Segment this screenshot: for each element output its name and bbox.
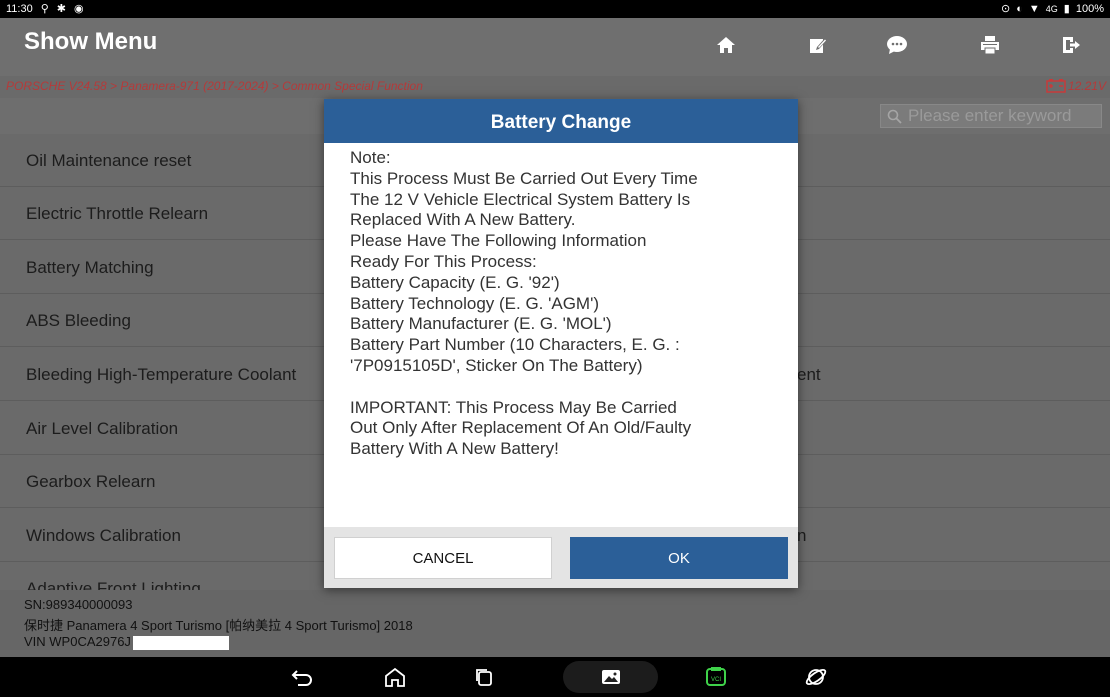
dialog-line: Ready For This Process: xyxy=(350,251,537,271)
home-icon xyxy=(717,37,735,53)
search-input[interactable]: Please enter keyword xyxy=(880,104,1102,128)
home-outline-icon xyxy=(385,667,405,687)
cancel-button[interactable]: CANCEL xyxy=(334,537,552,579)
breadcrumb-path: PORSCHE V24.58 > Panamera-971 (2017-2024… xyxy=(6,79,423,93)
app-header: Show Menu xyxy=(0,18,1110,76)
vehicle-model: 保时捷 Panamera 4 Sport Turismo [帕纳美拉 4 Spo… xyxy=(24,618,413,633)
dialog-line: The 12 V Vehicle Electrical System Batte… xyxy=(350,189,691,209)
serial-number: SN:989340000093 xyxy=(24,597,133,612)
battery-voltage-indicator: 12.21V xyxy=(1046,78,1106,93)
home-button[interactable] xyxy=(711,30,741,60)
printer-icon xyxy=(981,36,999,55)
signal-icon: ▼ xyxy=(1028,2,1040,15)
list-item-label: Bleeding High-Temperature Coolant xyxy=(26,365,297,384)
recents-icon xyxy=(476,669,492,686)
status-bar: 11:30 ⚲ ✱ ◉ ⊙ ◐ ▼ 4G ▮ 100% xyxy=(0,0,1110,18)
vin-redaction xyxy=(132,635,229,650)
breadcrumb: PORSCHE V24.58 > Panamera-971 (2017-2024… xyxy=(0,76,1110,98)
list-item-label: ABS Bleeding xyxy=(26,311,131,330)
network-type: 4G xyxy=(1045,3,1058,14)
chat-icon xyxy=(887,36,907,54)
ok-button[interactable]: OK xyxy=(570,537,788,579)
back-icon xyxy=(291,670,312,686)
car-battery-icon xyxy=(1046,79,1066,93)
home-nav-button[interactable] xyxy=(382,665,408,689)
list-item-label: Oil Maintenance reset xyxy=(26,151,192,170)
vin-number: VIN WP0CA2976J xyxy=(24,634,131,649)
screenshot-button[interactable] xyxy=(598,665,624,689)
list-item-label-right: ent xyxy=(797,365,821,384)
list-item-label: Gearbox Relearn xyxy=(26,472,156,491)
battery-icon: ▮ xyxy=(1063,3,1070,15)
dialog-line: Battery Manufacturer (E. G. 'MOL') xyxy=(350,314,612,334)
vpn-icon: ⚲ xyxy=(40,3,49,15)
browser-icon xyxy=(805,668,827,686)
alarm-icon: ◐ xyxy=(1016,2,1023,15)
dialog-title: Battery Change xyxy=(324,99,798,143)
bluetooth-icon: ✱ xyxy=(56,3,66,15)
chat-button[interactable] xyxy=(882,30,912,60)
dialog-line: Battery Capacity (E. G. '92') xyxy=(350,272,560,292)
system-navigation-bar: VCI xyxy=(0,657,1110,697)
dialog-line: Replaced With A New Battery. xyxy=(350,210,576,230)
svg-text:VCI: VCI xyxy=(711,677,721,683)
list-item-label: Adaptive Front Lighting xyxy=(26,579,201,590)
list-item-label: Air Level Calibration xyxy=(26,419,179,438)
edit-icon xyxy=(810,38,827,53)
dialog-message: Note: This Process Must Be Carried Out E… xyxy=(350,148,790,460)
dialog-line: Out Only After Replacement Of An Old/Fau… xyxy=(350,418,692,438)
dialog-line: Battery Technology (E. G. 'AGM') xyxy=(350,293,599,313)
clock: 11:30 xyxy=(6,2,33,15)
browser-button[interactable] xyxy=(803,665,829,689)
vin-row: VIN WP0CA2976J xyxy=(24,634,229,650)
dialog-line-blank xyxy=(350,377,790,398)
dialog-button-bar: CANCEL OK xyxy=(324,527,798,588)
battery-percent: 100% xyxy=(1075,2,1104,15)
print-button[interactable] xyxy=(975,30,1005,60)
recents-button[interactable] xyxy=(471,665,497,689)
dialog-line: Battery Part Number (10 Characters, E. G… xyxy=(350,335,680,355)
dialog-line: IMPORTANT: This Process May Be Carried xyxy=(350,397,677,417)
exit-button[interactable] xyxy=(1056,30,1086,60)
back-button[interactable] xyxy=(289,665,315,689)
battery-change-dialog: Battery Change Note: This Process Must B… xyxy=(324,99,798,588)
vehicle-info: SN:989340000093 保时捷 Panamera 4 Sport Tur… xyxy=(0,590,1110,657)
dialog-line: This Process Must Be Carried Out Every T… xyxy=(350,168,698,188)
search-icon xyxy=(887,109,902,124)
image-icon xyxy=(602,670,620,684)
battery-voltage: 12.21V xyxy=(1067,78,1106,93)
edit-report-button[interactable] xyxy=(803,30,833,60)
message-icon: ◉ xyxy=(74,3,84,15)
list-item-label-right: n xyxy=(797,526,807,545)
list-item-label: Battery Matching xyxy=(26,258,154,277)
list-item-label: Electric Throttle Relearn xyxy=(26,204,209,223)
dialog-line: '7P0915105D', Sticker On The Battery) xyxy=(350,355,643,375)
exit-icon xyxy=(1063,37,1080,53)
search-placeholder: Please enter keyword xyxy=(908,106,1072,125)
vci-icon: VCI xyxy=(706,667,726,686)
vci-button[interactable]: VCI xyxy=(703,665,729,689)
location-icon: ⊙ xyxy=(1001,3,1011,15)
dialog-line: Battery With A New Battery! xyxy=(350,439,559,459)
list-item-label: Windows Calibration xyxy=(26,526,181,545)
page-title: Show Menu xyxy=(24,28,158,55)
dialog-line: Note: xyxy=(350,148,391,167)
dialog-line: Please Have The Following Information xyxy=(350,231,647,251)
